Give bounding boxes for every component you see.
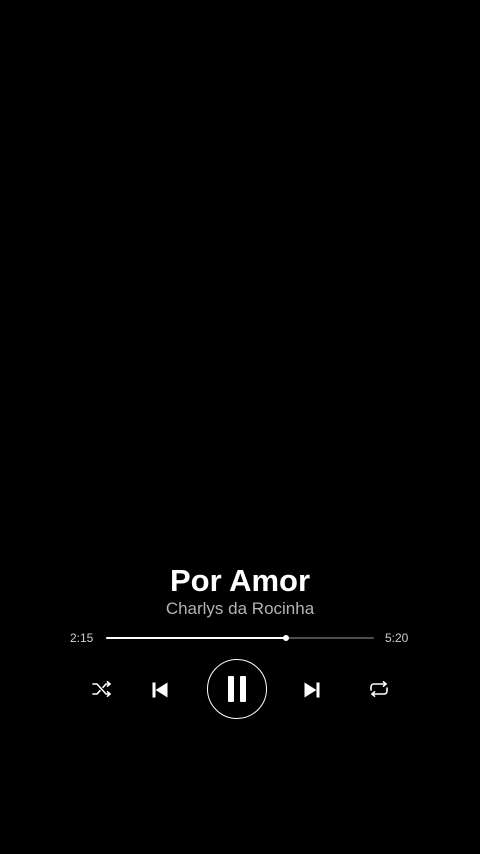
shuffle-icon (92, 681, 111, 697)
track-title: Por Amor (169, 563, 311, 598)
progress-bar[interactable] (106, 635, 374, 641)
player-screen: Por Amor Charlys da Rocinha 2:15 5:20 (0, 0, 480, 854)
elapsed-time: 2:15 (70, 631, 94, 645)
progress-knob[interactable] (283, 635, 290, 641)
total-time: 5:20 (385, 631, 409, 645)
skip-previous-icon (152, 682, 168, 698)
repeat-icon (370, 681, 388, 697)
skip-next-icon (304, 682, 320, 698)
progress-fill (106, 637, 287, 639)
repeat-button[interactable] (365, 677, 393, 701)
track-artist[interactable]: Charlys da Rocinha (0, 598, 480, 620)
play-pause-button[interactable] (207, 659, 267, 719)
pause-icon (228, 676, 246, 702)
shuffle-button[interactable] (88, 677, 116, 701)
next-button[interactable] (299, 677, 325, 703)
previous-button[interactable] (147, 677, 173, 703)
